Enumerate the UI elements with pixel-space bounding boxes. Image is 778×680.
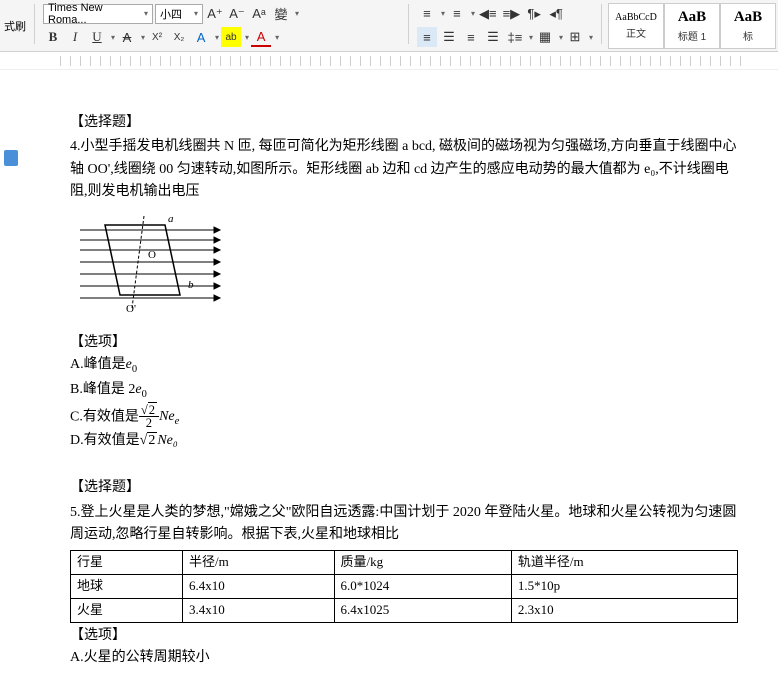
bold-button[interactable]: B [43, 27, 63, 47]
q5-type-label: 【选择题】 [70, 477, 738, 499]
align-justify-button[interactable]: ☰ [483, 27, 503, 47]
rtl-button[interactable]: ◂¶ [546, 4, 566, 24]
style-heading1[interactable]: AaB 标题 1 [664, 3, 720, 49]
ltr-button[interactable]: ¶▸ [524, 4, 544, 24]
q4-diagram: a b O O' [70, 210, 738, 328]
svg-text:O: O [148, 249, 156, 261]
bullets-button[interactable]: ≡ [417, 4, 437, 24]
font-name-select[interactable]: Times New Roma...▾ [43, 4, 153, 24]
q5-option-a: A.火星的公转周期较小 [70, 647, 738, 669]
q4-options-label: 【选项】 [70, 332, 738, 354]
font-color-button[interactable]: A [251, 27, 271, 47]
align-center-button[interactable]: ☰ [439, 27, 459, 47]
numbering-button[interactable]: ≡ [447, 4, 467, 24]
document-page[interactable]: 【选择题】 4.小型手摇发电机线圈共 N 匝, 每匝可简化为矩形线圈 a bcd… [20, 70, 778, 680]
shrink-font-button[interactable]: A⁻ [227, 4, 247, 24]
q4-option-b: B.峰值是 2e0 [70, 379, 738, 404]
table-row: 行星半径/m质量/kg轨道半径/m [71, 551, 738, 575]
align-left-button[interactable]: ≡ [417, 27, 437, 47]
horizontal-ruler[interactable] [0, 52, 778, 70]
line-spacing-button[interactable]: ‡≡ [505, 27, 525, 47]
q4-option-c: C.有效值是√22Nee [70, 404, 738, 431]
indent-button[interactable]: ≡▶ [501, 4, 523, 24]
font-group: Times New Roma...▾ 小四▾ A⁺ A⁻ Aᵃ 變 ▾ B I U… [39, 0, 404, 51]
grow-font-button[interactable]: A⁺ [205, 4, 225, 24]
q5-text: 5.登上火星是人类的梦想,"嫦娥之父"欧阳自远透露:中国计划于 2020 年登陆… [70, 502, 738, 547]
svg-text:O': O' [126, 303, 136, 315]
strikethrough-button[interactable]: A [117, 27, 137, 47]
subscript-button[interactable]: X₂ [169, 27, 189, 47]
styles-gallery[interactable]: AaBbCcD 正文 AaB 标题 1 AaB 标 [606, 0, 778, 51]
q5-table: 行星半径/m质量/kg轨道半径/m 地球6.4x106.0*10241.5*10… [70, 550, 738, 622]
shading-button[interactable]: ▦ [535, 27, 555, 47]
chevron-down-icon: ▾ [144, 9, 148, 18]
q5-options-label: 【选项】 [70, 625, 738, 647]
change-case-button[interactable]: 變 [271, 4, 291, 24]
table-row: 地球6.4x106.0*10241.5*10p [71, 575, 738, 599]
align-right-button[interactable]: ≡ [461, 27, 481, 47]
superscript-button[interactable]: X² [147, 27, 167, 47]
svg-text:a: a [168, 213, 174, 225]
ribbon-toolbar: 式刷 Times New Roma...▾ 小四▾ A⁺ A⁻ Aᵃ 變 ▾ B … [0, 0, 778, 52]
outdent-button[interactable]: ◀≡ [477, 4, 499, 24]
page-marker-icon[interactable] [4, 150, 18, 166]
font-size-select[interactable]: 小四▾ [155, 4, 203, 24]
clear-format-button[interactable]: Aᵃ [249, 4, 269, 24]
text-effects-button[interactable]: A [191, 27, 211, 47]
q4-option-a: A.峰值是e0 [70, 354, 738, 379]
style-heading2[interactable]: AaB 标 [720, 3, 776, 49]
paragraph-group: ≡▾ ≡▾ ◀≡ ≡▶ ¶▸ ◂¶ ≡ ☰ ≡ ☰ ‡≡▾ ▦▾ ⊞▾ [413, 0, 597, 51]
table-row: 火星3.4x106.4x10252.3x10 [71, 598, 738, 622]
italic-button[interactable]: I [65, 27, 85, 47]
q4-option-d: D.有效值是√2Ne₀ [70, 430, 738, 452]
q4-text: 4.小型手摇发电机线圈共 N 匝, 每匝可简化为矩形线圈 a bcd, 磁极间的… [70, 136, 738, 203]
left-gutter [0, 70, 20, 680]
underline-button[interactable]: U [87, 27, 107, 47]
chevron-down-icon: ▾ [194, 9, 198, 18]
format-painter[interactable]: 式刷 [4, 18, 26, 34]
highlight-button[interactable]: ab [221, 27, 241, 47]
svg-text:b: b [188, 279, 194, 291]
q4-type-label: 【选择题】 [70, 112, 738, 134]
borders-button[interactable]: ⊞ [565, 27, 585, 47]
style-normal[interactable]: AaBbCcD 正文 [608, 3, 664, 49]
